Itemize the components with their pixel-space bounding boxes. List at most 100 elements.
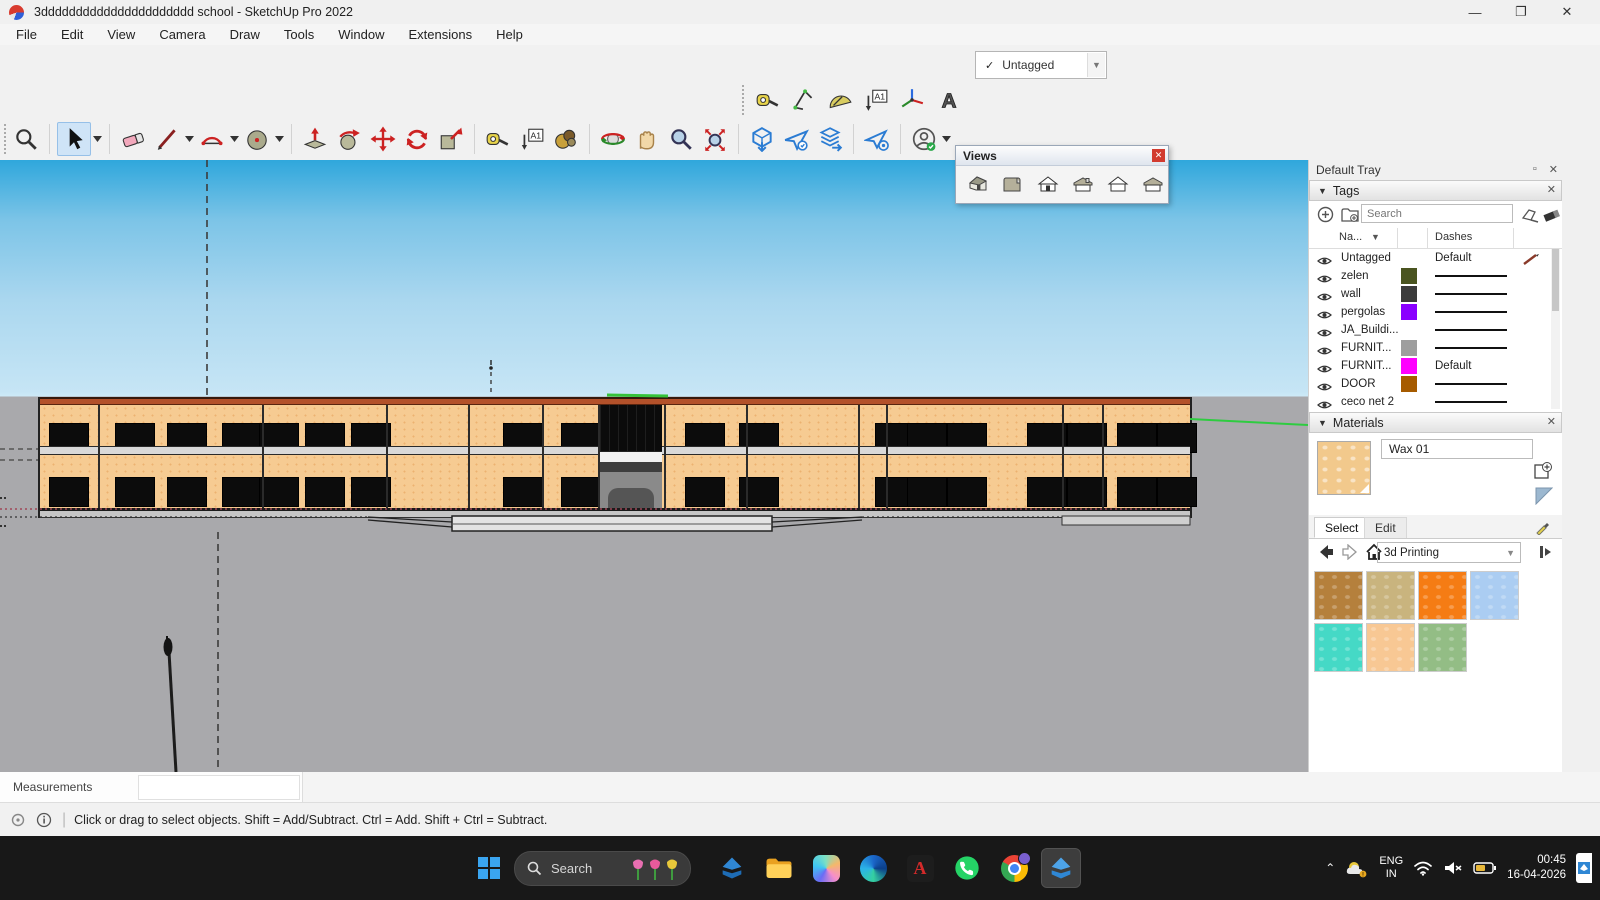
view-left-button[interactable] [1139, 171, 1167, 197]
zoom-tool-icon[interactable] [665, 123, 697, 155]
taskbar-app-file-explorer[interactable] [760, 849, 798, 887]
close-button[interactable]: ✕ [1544, 0, 1590, 24]
pin-icon[interactable]: ▫ [1533, 163, 1537, 176]
tag-color-swatch[interactable] [1401, 286, 1417, 302]
taskbar-app-autocad[interactable]: A [901, 849, 939, 887]
add-tag-folder-icon[interactable] [1341, 207, 1361, 223]
material-swatch[interactable] [1314, 571, 1363, 620]
taskbar-search[interactable]: Search [514, 851, 691, 886]
material-swatch[interactable] [1366, 623, 1415, 672]
materials-section-header[interactable]: ▼ Materials ✕ [1309, 412, 1562, 433]
eraser-tool-icon[interactable] [117, 123, 149, 155]
taskbar-app-copilot[interactable] [807, 849, 845, 887]
tag-row[interactable]: FURNIT... [1309, 339, 1562, 357]
tag-dash-preview[interactable] [1435, 275, 1507, 277]
eraser-icon[interactable] [1543, 206, 1561, 223]
material-swatch[interactable] [1470, 571, 1519, 620]
orbit-tool-icon[interactable] [597, 123, 629, 155]
paint-with-default-icon[interactable] [1535, 487, 1553, 505]
tag-name[interactable]: DOOR [1341, 378, 1376, 390]
axes-tool-icon[interactable] [897, 85, 927, 115]
material-swatch[interactable] [1418, 623, 1467, 672]
paint-bucket-tool-icon[interactable] [550, 123, 582, 155]
share-model-tool-icon[interactable] [780, 123, 812, 155]
material-swatch[interactable] [1418, 571, 1467, 620]
material-swatch[interactable] [1366, 571, 1415, 620]
tag-color-swatch[interactable] [1401, 304, 1417, 320]
tray-close-icon[interactable]: ✕ [1549, 163, 1558, 176]
tag-dash-value[interactable]: Default [1435, 252, 1471, 264]
3d-text-tool-icon[interactable]: A [933, 85, 963, 115]
tape-measure-tool-icon[interactable] [753, 85, 783, 115]
taskbar-app-sketchup-viewer[interactable] [713, 849, 751, 887]
forward-arrow-icon[interactable] [1341, 544, 1359, 560]
tag-dash-preview[interactable] [1435, 347, 1507, 349]
tag-name[interactable]: pergolas [1341, 306, 1385, 318]
tags-close-icon[interactable]: ✕ [1547, 183, 1556, 196]
tag-row[interactable]: FURNIT...Default [1309, 357, 1562, 375]
tag-name[interactable]: ceco net 2 [1341, 396, 1394, 408]
rotate-tool-icon[interactable] [401, 123, 433, 155]
menu-item-file[interactable]: File [0, 24, 49, 45]
collapse-triangle-icon[interactable]: ▼ [1318, 186, 1327, 196]
toolbar-drag-handle[interactable] [4, 124, 9, 154]
toolbar-drag-handle[interactable] [742, 85, 747, 115]
details-arrow-icon[interactable] [1537, 544, 1553, 560]
minimize-button[interactable]: — [1452, 0, 1498, 24]
corner-widget[interactable] [1576, 853, 1592, 883]
tag-name[interactable]: wall [1341, 288, 1361, 300]
tag-row[interactable]: pergolas [1309, 303, 1562, 321]
view-top-button[interactable] [999, 171, 1027, 197]
select-dropdown-caret[interactable] [92, 123, 103, 155]
material-preview-thumbnail[interactable] [1317, 441, 1371, 495]
tag-name[interactable]: zelen [1341, 270, 1369, 282]
weather-icon[interactable]: ! [1345, 858, 1369, 878]
taskbar-app-whatsapp[interactable] [948, 849, 986, 887]
tag-color-swatch[interactable] [1401, 340, 1417, 356]
account-tool-icon[interactable] [908, 123, 940, 155]
text-a1-tool-icon[interactable]: A1 [516, 123, 548, 155]
taskbar-app-sketchup-pro[interactable] [1042, 849, 1080, 887]
zoom-tool-tool-icon[interactable] [10, 123, 42, 155]
material-name-field[interactable]: Wax 01 [1381, 439, 1533, 459]
chevron-down-icon[interactable]: ▼ [1087, 53, 1105, 77]
battery-icon[interactable] [1473, 861, 1497, 875]
extension-warehouse-tool-icon[interactable] [861, 123, 893, 155]
create-material-icon[interactable] [1533, 461, 1553, 481]
arc-dropdown-caret[interactable] [229, 123, 240, 155]
taskbar-app-chrome[interactable] [995, 849, 1033, 887]
measurements-value-box[interactable] [138, 775, 300, 800]
tag-name[interactable]: FURNIT... [1341, 342, 1391, 354]
tag-color-swatch[interactable] [1401, 376, 1417, 392]
tags-scrollbar[interactable] [1551, 249, 1560, 409]
tag-row[interactable]: DOOR [1309, 375, 1562, 393]
scale-tool-icon[interactable] [435, 123, 467, 155]
tag-dash-preview[interactable] [1435, 383, 1507, 385]
add-tag-icon[interactable] [1317, 206, 1334, 223]
menu-item-window[interactable]: Window [326, 24, 396, 45]
tag-dash-preview[interactable] [1435, 311, 1507, 313]
info-icon[interactable] [36, 812, 52, 828]
maximize-button[interactable]: ❐ [1498, 0, 1544, 24]
visibility-eye-icon[interactable] [1317, 397, 1332, 412]
circle-dropdown-caret[interactable] [274, 123, 285, 155]
follow-me-tool-icon[interactable] [333, 123, 365, 155]
view-right-button[interactable] [1069, 171, 1097, 197]
warehouse-3d-tool-icon[interactable] [746, 123, 778, 155]
volume-muted-icon[interactable] [1443, 860, 1463, 876]
tab-select[interactable]: Select [1314, 517, 1369, 538]
tag-name[interactable]: JA_Buildi... [1341, 324, 1399, 336]
menu-item-camera[interactable]: Camera [147, 24, 217, 45]
tag-dash-preview[interactable] [1435, 329, 1507, 331]
tags-section-header[interactable]: ▼ Tags ✕ [1309, 180, 1562, 201]
language-indicator[interactable]: ENGIN [1379, 855, 1403, 881]
tag-dash-preview[interactable] [1435, 401, 1507, 403]
tag-dash-preview[interactable] [1435, 293, 1507, 295]
tape-measure-tool-icon[interactable] [482, 123, 514, 155]
push-pull-tool-icon[interactable] [299, 123, 331, 155]
select-tool-icon[interactable] [57, 122, 91, 156]
active-tag-dropdown[interactable]: ✓ Untagged ▼ [975, 51, 1107, 79]
tag-name[interactable]: Untagged [1341, 252, 1391, 264]
collapse-triangle-icon[interactable]: ▼ [1318, 418, 1327, 428]
tag-row[interactable]: zelen [1309, 267, 1562, 285]
